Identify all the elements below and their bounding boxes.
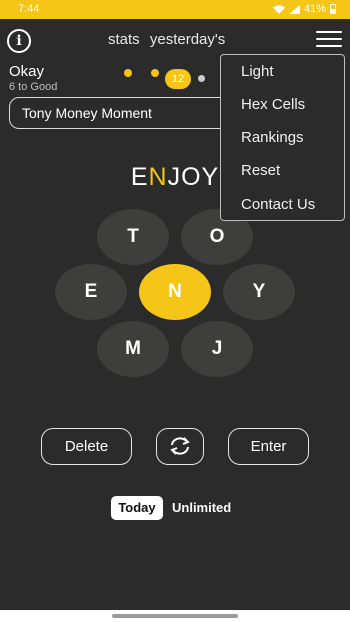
status-time: 7:44 <box>18 3 40 15</box>
hex-letter-bottom-left[interactable]: M <box>97 321 169 377</box>
battery-icon <box>330 4 336 14</box>
hex-letter-center[interactable]: N <box>139 264 211 320</box>
current-word-center-letter: N <box>148 163 168 191</box>
shuffle-button[interactable] <box>156 428 204 465</box>
yesterdays-link[interactable]: yesterday's <box>150 31 225 48</box>
mode-unlimited-tab[interactable]: Unlimited <box>172 500 231 515</box>
score-badge: 12 <box>165 69 191 89</box>
menu-item-reset[interactable]: Reset <box>241 162 280 179</box>
top-nav: stats yesterday's <box>108 31 231 48</box>
game-screen: i stats yesterday's Okay 6 to Good 12 To… <box>0 19 350 610</box>
points-to-next-rank: 6 to Good <box>9 81 58 93</box>
shuffle-icon <box>170 437 190 455</box>
progress-dot <box>124 69 132 77</box>
mode-today-tab[interactable]: Today <box>111 496 163 520</box>
enter-button[interactable]: Enter <box>228 428 309 465</box>
hex-letter-left[interactable]: E <box>55 264 127 320</box>
current-word-end: JOY <box>167 163 220 191</box>
system-nav-bar <box>0 610 350 622</box>
progress-dot <box>151 69 159 77</box>
hamburger-menu-icon[interactable] <box>316 31 342 49</box>
menu-item-rankings[interactable]: Rankings <box>241 129 304 146</box>
battery-percent: 41% <box>303 3 326 15</box>
stats-link[interactable]: stats <box>108 31 140 48</box>
current-word-start: E <box>130 163 149 191</box>
menu-item-hex-cells[interactable]: Hex Cells <box>241 96 305 113</box>
signal-icon <box>288 4 300 14</box>
rank-label: Okay <box>9 63 45 80</box>
progress-dot-next <box>198 75 205 82</box>
progress-dots <box>124 69 159 77</box>
delete-button[interactable]: Delete <box>41 428 132 465</box>
found-words-box[interactable]: Tony Money Moment <box>9 97 249 129</box>
dropdown-menu: Light Hex Cells Rankings Reset Contact U… <box>220 54 345 221</box>
hex-letter-bottom-right[interactable]: J <box>181 321 253 377</box>
home-gesture-bar[interactable] <box>112 614 238 618</box>
hex-letter-right[interactable]: Y <box>223 264 295 320</box>
info-icon[interactable]: i <box>7 29 31 53</box>
status-indicators: 41% <box>272 3 336 15</box>
wifi-icon <box>272 4 285 14</box>
hex-letter-top-left[interactable]: T <box>97 209 169 265</box>
menu-item-light[interactable]: Light <box>241 63 274 80</box>
status-bar: 7:44 41% <box>0 0 350 19</box>
menu-item-contact-us[interactable]: Contact Us <box>241 196 315 213</box>
